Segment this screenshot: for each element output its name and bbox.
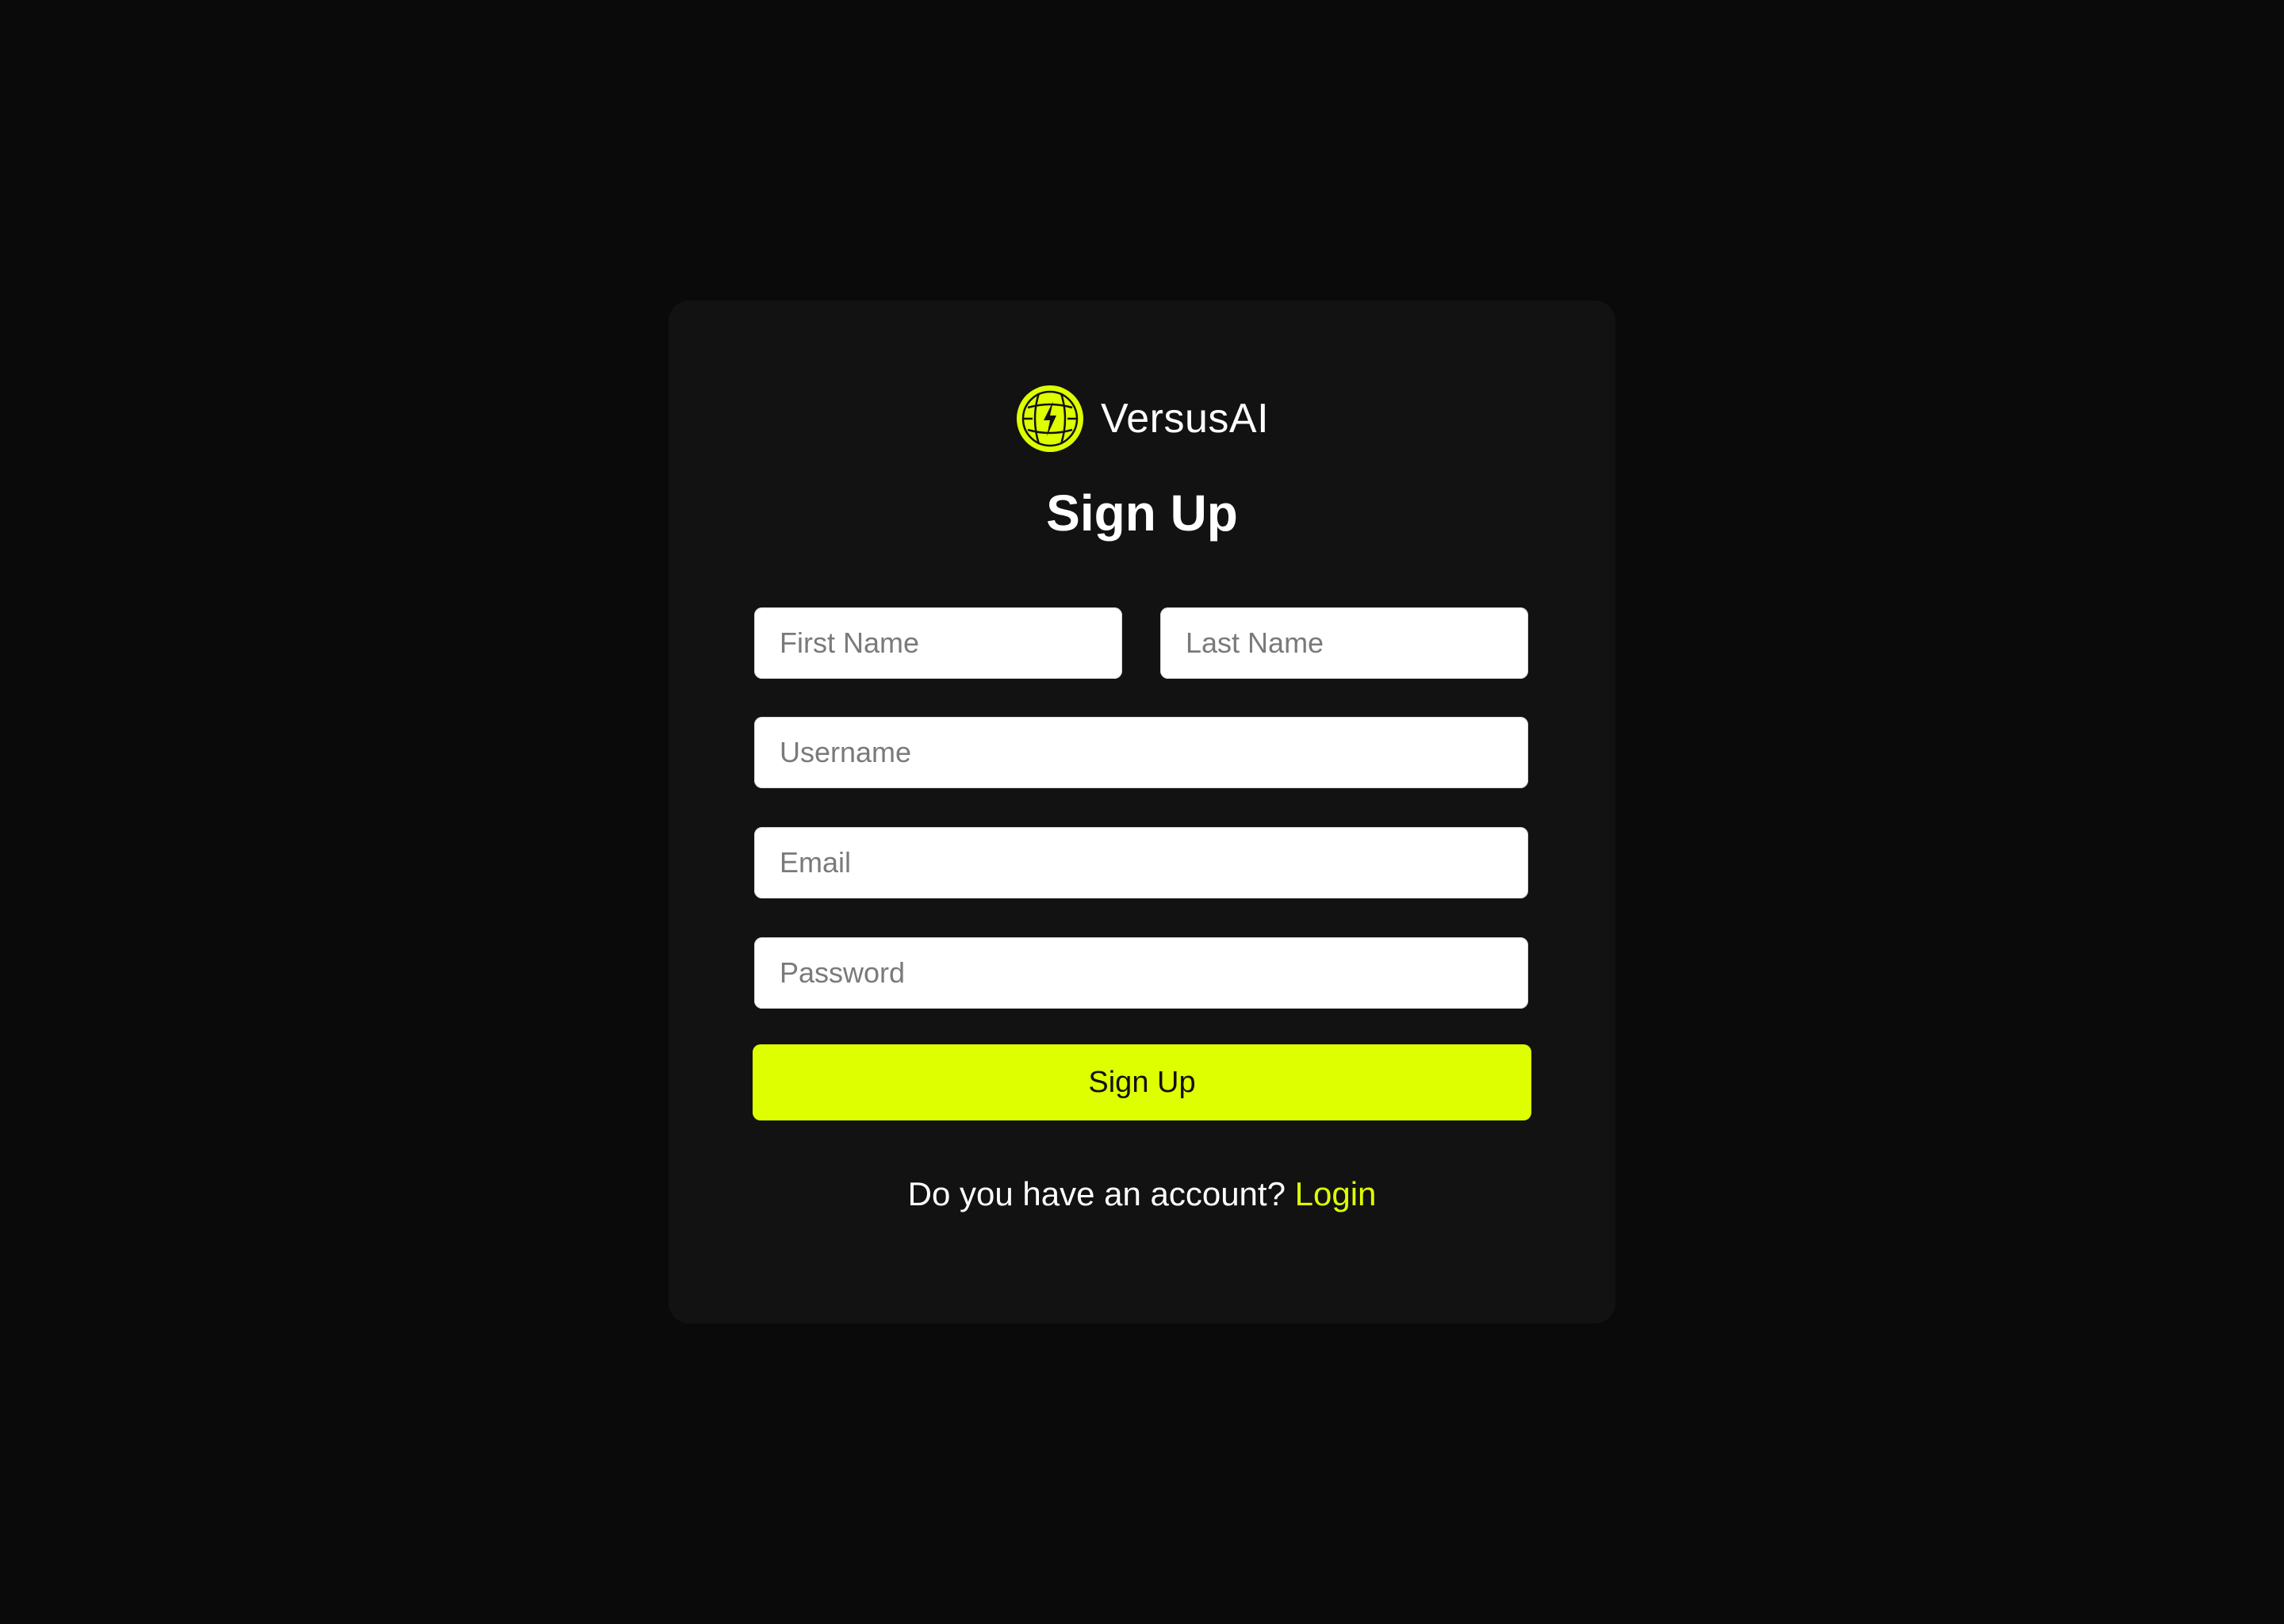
sign-up-button[interactable]: Sign Up [753,1044,1531,1120]
last-name-input[interactable] [1160,607,1528,679]
versus-logo-icon [1016,385,1083,452]
brand-header: VersusAI [669,384,1615,454]
login-prompt-text: Do you have an account? [907,1175,1286,1212]
brand-name: VersusAI [1100,396,1270,442]
page-title: Sign Up [1046,485,1238,542]
username-input[interactable] [754,717,1528,788]
login-prompt: Do you have an account? Login [669,1174,1615,1214]
login-link[interactable]: Login [1295,1175,1377,1212]
first-name-input[interactable] [754,607,1122,679]
signup-card: VersusAI Sign Up Sign Up Do you have an … [669,301,1615,1323]
email-input[interactable] [754,827,1528,898]
password-input[interactable] [754,937,1528,1009]
